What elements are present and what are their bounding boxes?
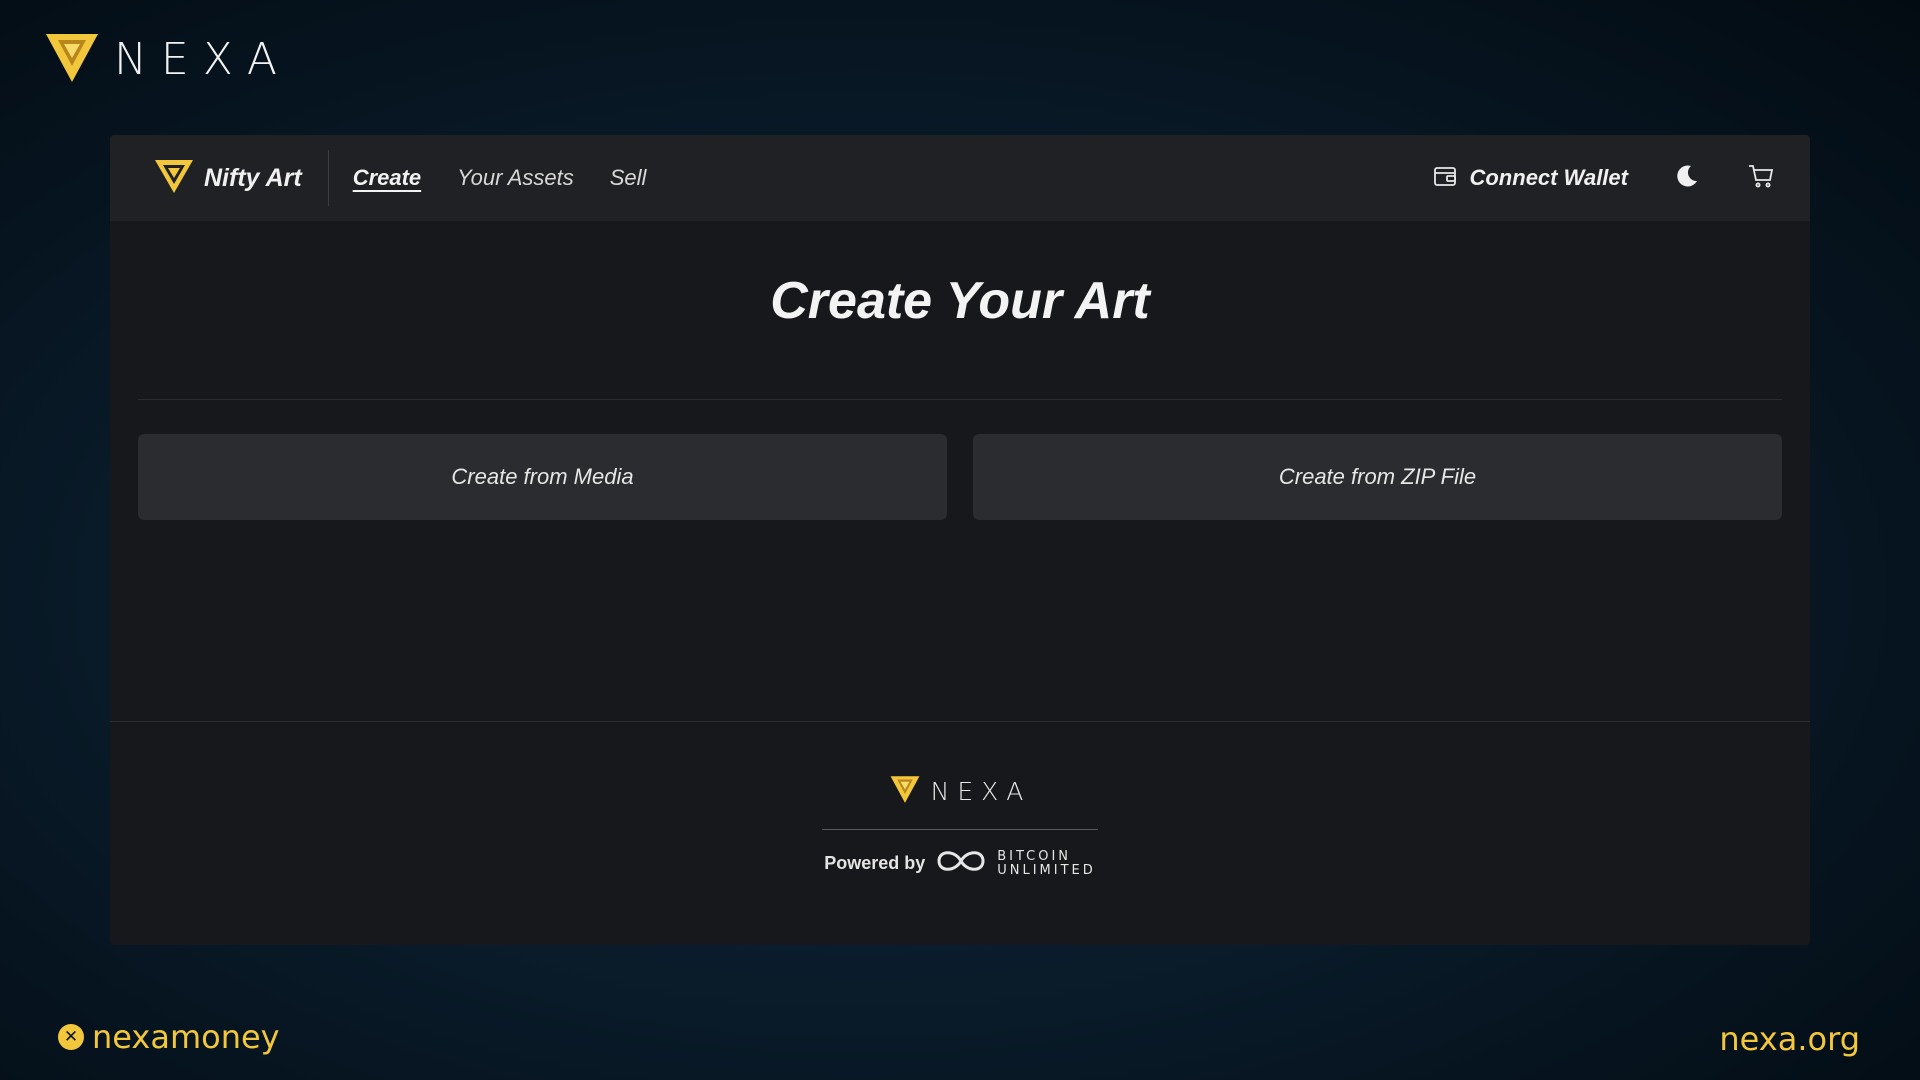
x-icon: ✕ — [58, 1024, 84, 1050]
nexa-logo-icon — [889, 774, 921, 809]
nav-links: Create Your Assets Sell — [353, 165, 647, 191]
navbar: Nifty Art Create Your Assets Sell Connec… — [110, 135, 1810, 221]
create-from-zip-button[interactable]: Create from ZIP File — [973, 434, 1782, 520]
page-title: Create Your Art — [770, 272, 1150, 330]
nexa-wordmark: NEXA — [114, 34, 291, 85]
nexa-logo-icon — [44, 30, 100, 89]
moon-icon — [1674, 163, 1700, 194]
infinity-icon — [933, 846, 989, 881]
wallet-icon — [1433, 165, 1457, 192]
footer-divider — [822, 829, 1098, 830]
main-content: Create Your Art Create from Media Create… — [110, 221, 1810, 520]
footer-wordmark: NEXA — [930, 777, 1032, 806]
nav-link-sell[interactable]: Sell — [610, 165, 647, 191]
create-from-media-button[interactable]: Create from Media — [138, 434, 947, 520]
nav-brand[interactable]: Nifty Art — [154, 150, 329, 206]
nifty-logo-icon — [154, 158, 194, 199]
create-actions: Create from Media Create from ZIP File — [138, 434, 1782, 520]
website-link[interactable]: nexa.org — [1719, 1020, 1860, 1058]
footer: NEXA Powered by BITCOIN UNLIMITED — [110, 721, 1810, 945]
connect-wallet-label: Connect Wallet — [1469, 165, 1628, 190]
nav-right: Connect Wallet — [1433, 163, 1776, 193]
app-window: Nifty Art Create Your Assets Sell Connec… — [110, 135, 1810, 945]
x-handle: nexamoney — [92, 1018, 280, 1056]
nav-link-your-assets[interactable]: Your Assets — [457, 165, 574, 191]
title-divider — [138, 399, 1782, 400]
cart-button[interactable] — [1746, 163, 1776, 193]
app-name: Nifty Art — [204, 163, 302, 192]
cart-icon — [1748, 164, 1774, 193]
powered-by[interactable]: Powered by BITCOIN UNLIMITED — [824, 846, 1096, 881]
nexa-brand: NEXA — [44, 30, 291, 89]
theme-toggle-button[interactable] — [1672, 163, 1702, 193]
x-social[interactable]: ✕ nexamoney — [58, 1018, 280, 1056]
bu-line-1: BITCOIN — [997, 848, 1072, 864]
nav-link-create[interactable]: Create — [353, 165, 421, 191]
connect-wallet-button[interactable]: Connect Wallet — [1433, 165, 1628, 192]
footer-nexa-logo[interactable]: NEXA — [889, 774, 1032, 809]
powered-by-label: Powered by — [824, 853, 926, 873]
bu-line-2: UNLIMITED — [997, 862, 1096, 878]
bitcoin-unlimited-logo: BITCOIN UNLIMITED — [997, 848, 1096, 878]
